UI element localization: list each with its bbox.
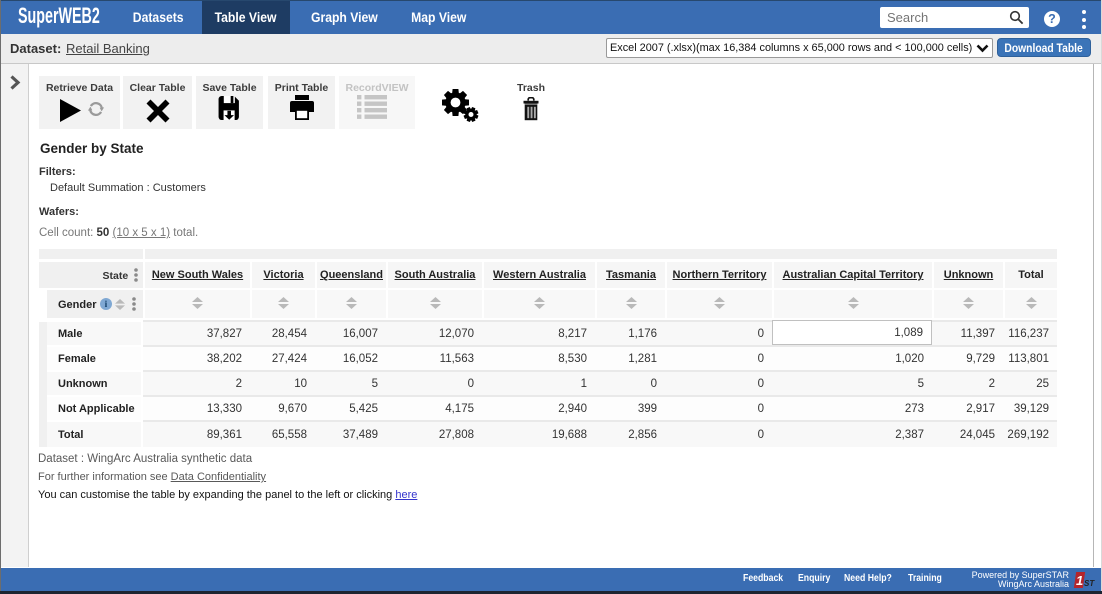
svg-text:i: i [104,300,107,310]
